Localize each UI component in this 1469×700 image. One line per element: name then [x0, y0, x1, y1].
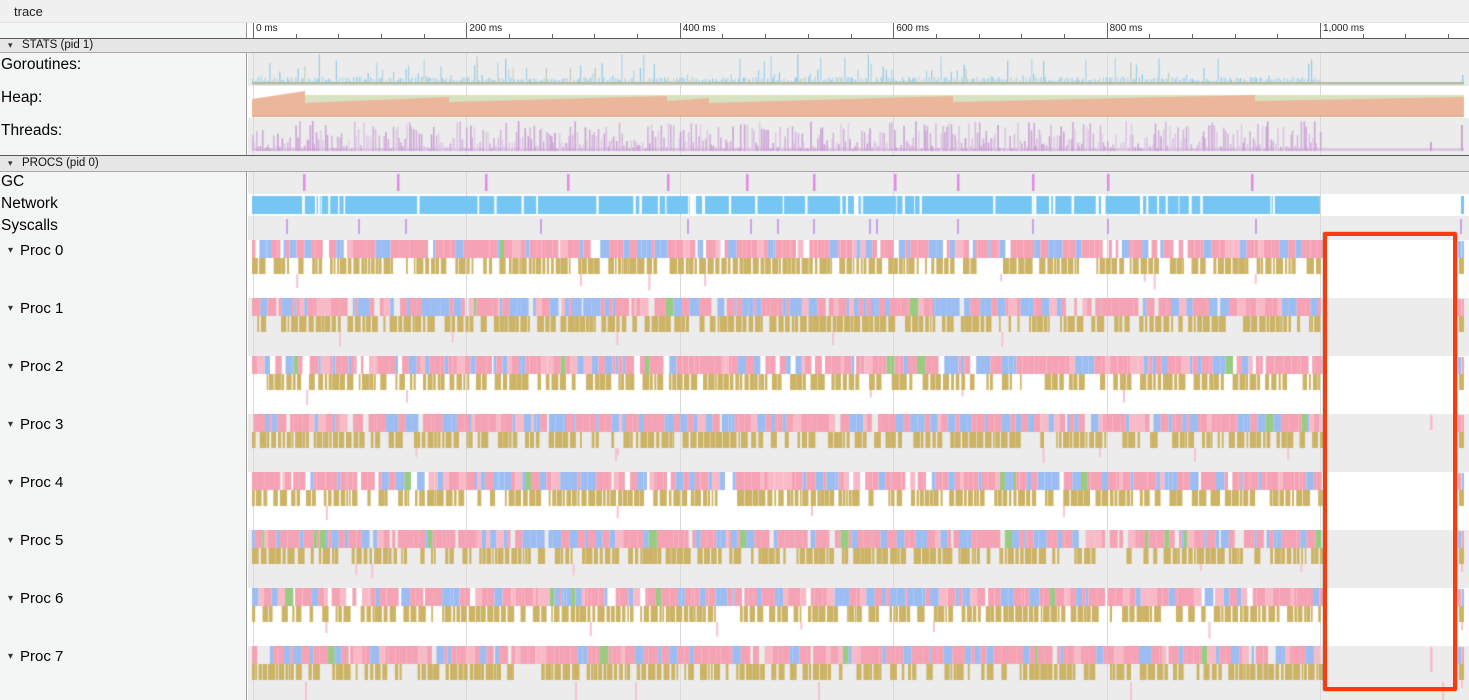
section-header-procs[interactable]: ▾ PROCS (pid 0): [0, 155, 1469, 172]
row-label-gc: GC: [1, 173, 24, 191]
proc-row-header: ▾ Proc 5: [8, 532, 63, 549]
ruler-major-tick: [253, 22, 254, 38]
row-label-goroutines: Goroutines:: [1, 56, 81, 74]
proc-row-header: ▾ Proc 6: [8, 590, 63, 607]
title-bar: trace: [0, 0, 1469, 23]
proc-5-track-canvas[interactable]: [248, 530, 1469, 588]
chevron-down-icon[interactable]: ▾: [8, 245, 13, 256]
proc-row-header: ▾ Proc 1: [8, 300, 63, 317]
chevron-down-icon[interactable]: ▾: [8, 535, 13, 546]
proc-6-track-canvas[interactable]: [248, 588, 1469, 646]
ruler-major-tick: [680, 22, 681, 38]
proc-7-track-canvas[interactable]: [248, 646, 1469, 700]
proc-row-header: ▾ Proc 3: [8, 416, 63, 433]
section-header-stats[interactable]: ▾ STATS (pid 1): [0, 38, 1469, 53]
proc-label: Proc 0: [20, 242, 63, 259]
ruler-tick-label: 800 ms: [1110, 23, 1143, 34]
heap-track-canvas[interactable]: [248, 86, 1469, 118]
proc-row-header: ▾ Proc 7: [8, 648, 63, 665]
proc-label: Proc 7: [20, 648, 63, 665]
proc-label: Proc 6: [20, 590, 63, 607]
chevron-down-icon[interactable]: ▾: [8, 419, 13, 430]
proc-label: Proc 3: [20, 416, 63, 433]
proc-4-track-canvas[interactable]: [248, 472, 1469, 530]
chevron-down-icon[interactable]: ▾: [8, 158, 13, 169]
row-label-syscalls: Syscalls: [1, 217, 58, 235]
ruler-major-tick: [1107, 22, 1108, 38]
proc-row-header: ▾ Proc 0: [8, 242, 63, 259]
chevron-down-icon[interactable]: ▾: [8, 40, 13, 51]
ruler-tick-label: 0 ms: [256, 23, 278, 34]
chevron-down-icon[interactable]: ▾: [8, 593, 13, 604]
chevron-down-icon[interactable]: ▾: [8, 477, 13, 488]
ruler-tick-label: 200 ms: [469, 23, 502, 34]
proc-label: Proc 2: [20, 358, 63, 375]
ruler-tick-label: 600 ms: [896, 23, 929, 34]
chevron-down-icon[interactable]: ▾: [8, 651, 13, 662]
proc-label: Proc 5: [20, 532, 63, 549]
ruler-major-tick: [466, 22, 467, 38]
proc-row-header: ▾ Proc 4: [8, 474, 63, 491]
proc-row-header: ▾ Proc 2: [8, 358, 63, 375]
syscalls-track-canvas[interactable]: [248, 216, 1469, 240]
proc-label: Proc 1: [20, 300, 63, 317]
section-header-label: STATS (pid 1): [22, 39, 93, 51]
chevron-down-icon[interactable]: ▾: [8, 303, 13, 314]
proc-2-track-canvas[interactable]: [248, 356, 1469, 414]
ruler-tick-label: 1,000 ms: [1323, 23, 1364, 34]
goroutines-track-canvas[interactable]: [248, 53, 1469, 86]
row-label-network: Network: [1, 195, 58, 213]
row-label-heap: Heap:: [1, 89, 42, 107]
chevron-down-icon[interactable]: ▾: [8, 361, 13, 372]
ruler-major-tick: [893, 22, 894, 38]
threads-track-canvas[interactable]: [248, 118, 1469, 155]
selection-rectangle[interactable]: [1323, 232, 1457, 691]
timeline-ruler[interactable]: 0 ms 200 ms 400 ms 600 ms 800 ms 1,000 ms: [248, 22, 1469, 38]
ruler-major-tick: [1320, 22, 1321, 38]
proc-0-track-canvas[interactable]: [248, 240, 1469, 298]
section-header-label: PROCS (pid 0): [22, 157, 99, 169]
network-track-canvas[interactable]: [248, 194, 1469, 216]
sidebar-divider[interactable]: [246, 22, 247, 700]
gc-track-canvas[interactable]: [248, 172, 1469, 194]
row-label-threads: Threads:: [1, 122, 62, 140]
proc-3-track-canvas[interactable]: [248, 414, 1469, 472]
proc-label: Proc 4: [20, 474, 63, 491]
proc-1-track-canvas[interactable]: [248, 298, 1469, 356]
page-title: trace: [14, 4, 43, 19]
ruler-tick-label: 400 ms: [683, 23, 716, 34]
